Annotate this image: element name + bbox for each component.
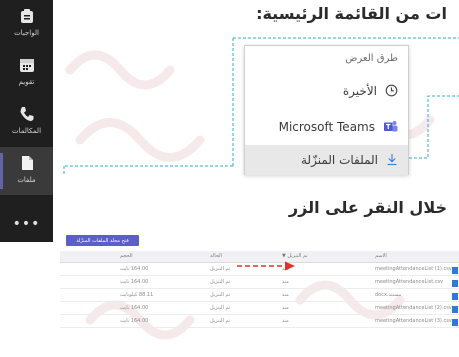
rail-item-calendar[interactable]: تقويم: [0, 49, 53, 97]
files-icon: [17, 153, 37, 173]
row-size: 164.00 بايت: [120, 305, 149, 311]
row-status: تم التنزيل: [210, 318, 231, 324]
row-date: منذ: [282, 305, 289, 311]
instruction-heading-middle: خلال النقر على الزر: [288, 198, 447, 217]
calendar-icon: [17, 55, 37, 75]
file-icon: [452, 280, 458, 287]
row-file-name: مستند.docx: [375, 292, 402, 298]
assignments-icon: [17, 6, 37, 26]
header-size[interactable]: الحجم: [120, 253, 133, 259]
view-options-menu: طرق العرض الأخيرة Microsoft Teams الملفا…: [244, 45, 409, 175]
menu-item-microsoft-teams[interactable]: Microsoft Teams: [245, 112, 408, 142]
download-icon: [386, 151, 398, 170]
menu-item-label: الملفات المنزّلة: [301, 153, 378, 167]
rail-item-label: ملفات: [17, 176, 36, 184]
row-status: تم التنزيل: [210, 305, 231, 311]
table-row[interactable]: 164.00 بايت تم التنزيل منذ meetingAttend…: [60, 303, 459, 315]
table-row[interactable]: 164.00 بايت تم التنزيل منذ meetingAttend…: [60, 316, 459, 328]
table-row[interactable]: 164.00 بايت تم التنزيل منذ meetingAttend…: [60, 277, 459, 289]
row-file-name: meetingAttendanceList.csv: [375, 279, 444, 285]
row-size: 164.00 بايت: [120, 318, 149, 324]
rail-item-calls[interactable]: المكالمات: [0, 98, 53, 146]
row-size: 164.00 بايت: [120, 266, 149, 272]
more-apps-icon[interactable]: •••: [0, 216, 53, 232]
menu-item-downloads[interactable]: الملفات المنزّلة: [245, 145, 408, 175]
row-size: 164.00 بايت: [120, 279, 149, 285]
row-date: منذ: [282, 318, 289, 324]
menu-item-recent[interactable]: الأخيرة: [245, 76, 408, 106]
file-icon: [452, 306, 458, 313]
menu-title: طرق العرض: [345, 53, 398, 64]
row-file-name: meetingAttendanceList (2).csv: [375, 305, 452, 311]
downloads-table: فتح مجلد الملفات المنزّلة الحجم الحالة ت…: [60, 232, 459, 357]
rail-item-files[interactable]: ملفات: [0, 147, 53, 195]
menu-item-label: Microsoft Teams: [278, 120, 375, 134]
clock-icon: [385, 82, 398, 101]
app-rail: الواجبات تقويم المكالمات ملفات •••: [0, 0, 53, 242]
row-date: منذ: [282, 292, 289, 298]
table-row[interactable]: 88.11 كيلوبايت تم التنزيل منذ مستند.docx: [60, 290, 459, 302]
rail-item-label: المكالمات: [11, 127, 42, 135]
row-status: تم التنزيل: [210, 279, 231, 285]
menu-item-label: الأخيرة: [342, 84, 377, 98]
file-icon: [452, 319, 458, 326]
row-status: تم التنزيل: [210, 266, 231, 272]
header-name[interactable]: الاسم: [375, 253, 387, 259]
file-icon: [452, 293, 458, 300]
pointer-arrow-icon: [237, 261, 295, 271]
header-status[interactable]: الحالة: [210, 253, 222, 259]
teams-icon: [383, 118, 398, 137]
row-status: تم التنزيل: [210, 292, 231, 298]
row-file-name: meetingAttendanceList (1).csv: [375, 266, 452, 272]
open-downloads-folder-button[interactable]: فتح مجلد الملفات المنزّلة: [66, 235, 139, 246]
row-file-name: meetingAttendanceList (3).csv: [375, 318, 452, 324]
rail-item-assignments[interactable]: الواجبات: [0, 0, 53, 48]
file-icon: [452, 267, 458, 274]
rail-item-label: تقويم: [18, 78, 35, 86]
header-date[interactable]: تم التنزيل ▼: [282, 253, 308, 259]
row-size: 88.11 كيلوبايت: [120, 292, 154, 298]
instruction-heading-top: ات من القائمة الرئيسية:: [256, 4, 447, 23]
calls-icon: [17, 104, 37, 124]
rail-item-label: الواجبات: [14, 29, 39, 37]
row-date: منذ: [282, 279, 289, 285]
